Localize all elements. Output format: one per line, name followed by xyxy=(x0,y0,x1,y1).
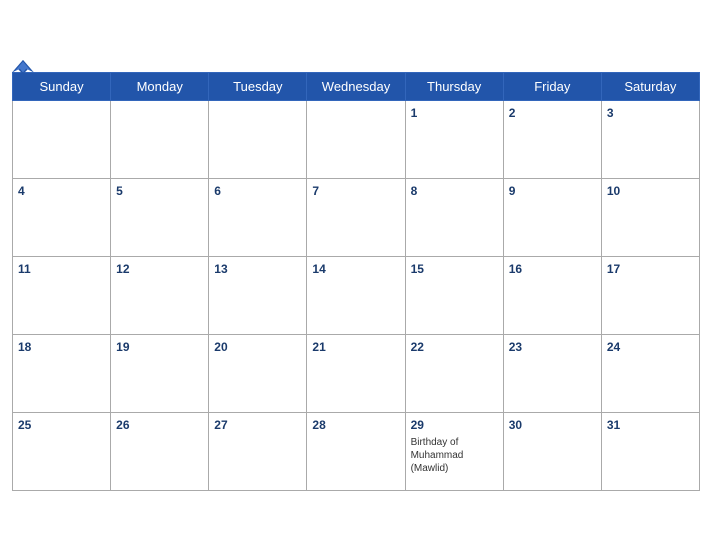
calendar-cell: 31 xyxy=(601,412,699,490)
event-text: Birthday of Muhammad (Mawlid) xyxy=(411,436,498,475)
weekday-header-tuesday: Tuesday xyxy=(209,72,307,100)
day-number: 10 xyxy=(607,184,620,198)
week-row-4: 18 19 20 21 22 23 24 xyxy=(13,334,700,412)
calendar-wrapper: SundayMondayTuesdayWednesdayThursdayFrid… xyxy=(0,48,712,503)
calendar-table: SundayMondayTuesdayWednesdayThursdayFrid… xyxy=(12,72,700,491)
day-number: 26 xyxy=(116,418,129,432)
calendar-cell xyxy=(209,100,307,178)
calendar-cell: 28 xyxy=(307,412,405,490)
week-row-2: 4 5 6 7 8 9 10 xyxy=(13,178,700,256)
day-number: 25 xyxy=(18,418,31,432)
calendar-cell: 29 Birthday of Muhammad (Mawlid) xyxy=(405,412,503,490)
weekday-header-monday: Monday xyxy=(111,72,209,100)
calendar-cell: 25 xyxy=(13,412,111,490)
logo-bird-icon xyxy=(12,58,34,76)
calendar-cell: 19 xyxy=(111,334,209,412)
day-number: 6 xyxy=(214,184,221,198)
calendar-cell: 21 xyxy=(307,334,405,412)
calendar-cell: 1 xyxy=(405,100,503,178)
calendar-cell: 8 xyxy=(405,178,503,256)
calendar-cell: 9 xyxy=(503,178,601,256)
week-row-5: 25 26 27 28 29 Birthday of Muhammad (Mawlid) 3… xyxy=(13,412,700,490)
calendar-cell xyxy=(111,100,209,178)
logo-area xyxy=(12,58,36,76)
day-number: 22 xyxy=(411,340,424,354)
weekday-header-thursday: Thursday xyxy=(405,72,503,100)
calendar-cell: 20 xyxy=(209,334,307,412)
calendar-cell: 12 xyxy=(111,256,209,334)
day-number: 9 xyxy=(509,184,516,198)
calendar-header xyxy=(12,58,700,66)
calendar-cell xyxy=(307,100,405,178)
weekday-header-row: SundayMondayTuesdayWednesdayThursdayFrid… xyxy=(13,72,700,100)
day-number: 29 xyxy=(411,418,424,432)
calendar-cell: 23 xyxy=(503,334,601,412)
day-number: 15 xyxy=(411,262,424,276)
calendar-cell: 11 xyxy=(13,256,111,334)
day-number: 12 xyxy=(116,262,129,276)
weekday-header-friday: Friday xyxy=(503,72,601,100)
day-number: 14 xyxy=(312,262,325,276)
calendar-cell: 24 xyxy=(601,334,699,412)
day-number: 17 xyxy=(607,262,620,276)
calendar-cell: 2 xyxy=(503,100,601,178)
calendar-cell: 3 xyxy=(601,100,699,178)
day-number: 31 xyxy=(607,418,620,432)
calendar-cell: 10 xyxy=(601,178,699,256)
calendar-cell: 15 xyxy=(405,256,503,334)
day-number: 30 xyxy=(509,418,522,432)
day-number: 18 xyxy=(18,340,31,354)
calendar-cell: 17 xyxy=(601,256,699,334)
calendar-cell: 14 xyxy=(307,256,405,334)
day-number: 19 xyxy=(116,340,129,354)
calendar-cell: 5 xyxy=(111,178,209,256)
calendar-cell: 4 xyxy=(13,178,111,256)
day-number: 27 xyxy=(214,418,227,432)
day-number: 13 xyxy=(214,262,227,276)
day-number: 1 xyxy=(411,106,418,120)
calendar-cell: 30 xyxy=(503,412,601,490)
week-row-3: 11 12 13 14 15 16 17 xyxy=(13,256,700,334)
day-number: 2 xyxy=(509,106,516,120)
calendar-cell: 16 xyxy=(503,256,601,334)
day-number: 7 xyxy=(312,184,319,198)
day-number: 24 xyxy=(607,340,620,354)
calendar-cell: 22 xyxy=(405,334,503,412)
calendar-cell: 13 xyxy=(209,256,307,334)
calendar-cell xyxy=(13,100,111,178)
day-number: 20 xyxy=(214,340,227,354)
calendar-cell: 18 xyxy=(13,334,111,412)
day-number: 4 xyxy=(18,184,25,198)
week-row-1: 1 2 3 xyxy=(13,100,700,178)
day-number: 8 xyxy=(411,184,418,198)
calendar-cell: 27 xyxy=(209,412,307,490)
weekday-header-wednesday: Wednesday xyxy=(307,72,405,100)
day-number: 5 xyxy=(116,184,123,198)
day-number: 16 xyxy=(509,262,522,276)
day-number: 11 xyxy=(18,262,31,276)
calendar-cell: 6 xyxy=(209,178,307,256)
day-number: 21 xyxy=(312,340,325,354)
day-number: 28 xyxy=(312,418,325,432)
weekday-header-saturday: Saturday xyxy=(601,72,699,100)
calendar-cell: 26 xyxy=(111,412,209,490)
calendar-cell: 7 xyxy=(307,178,405,256)
day-number: 23 xyxy=(509,340,522,354)
day-number: 3 xyxy=(607,106,614,120)
weekday-header-sunday: Sunday xyxy=(13,72,111,100)
